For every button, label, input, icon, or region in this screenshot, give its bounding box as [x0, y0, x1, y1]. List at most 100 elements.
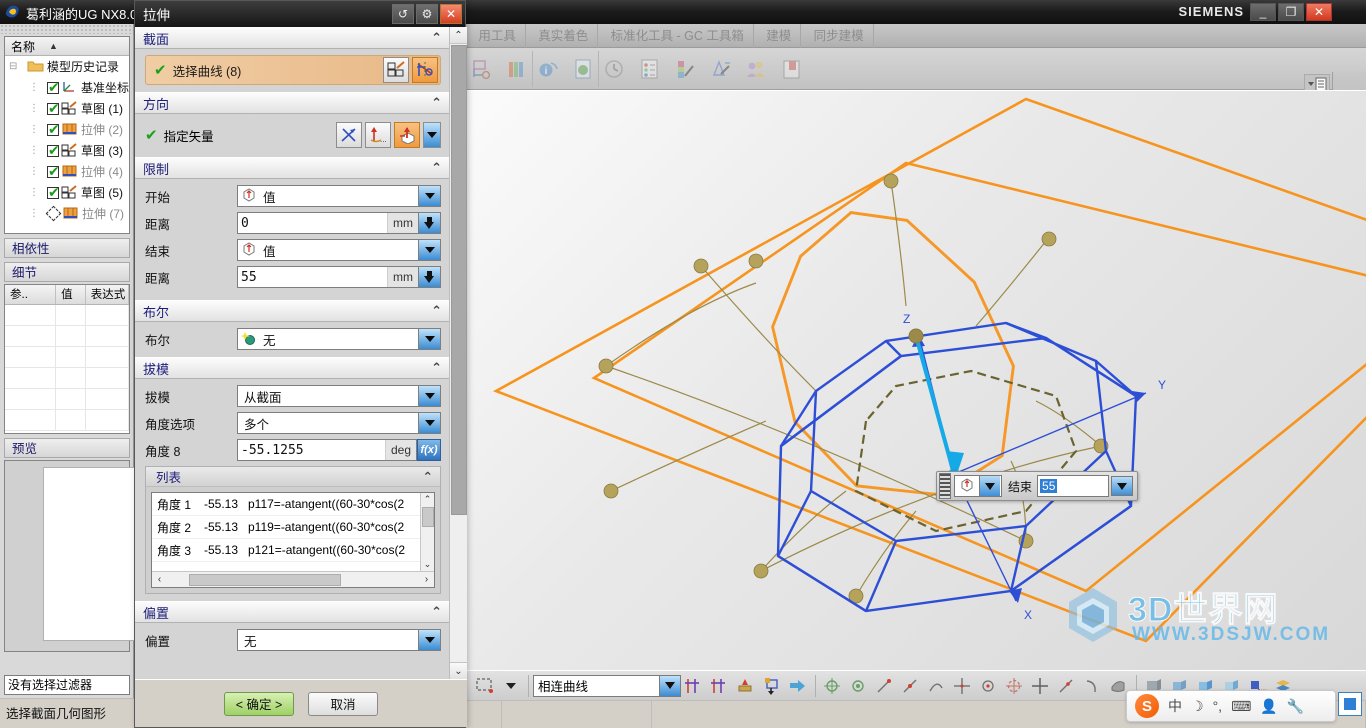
group-header-boolean[interactable]: 布尔 ⌃ [135, 300, 449, 322]
chevron-down-icon[interactable] [418, 630, 440, 650]
ok-button[interactable]: < 确定 > [224, 691, 294, 716]
tree-item-checkbox[interactable] [47, 142, 60, 159]
close-button[interactable]: ✕ [1306, 3, 1332, 21]
limit-end-combo[interactable]: 值 [237, 239, 441, 261]
scroll-up-icon[interactable]: ⌃ [450, 27, 467, 44]
bookmark-icon[interactable] [777, 53, 807, 85]
curve-rule-icon[interactable] [383, 57, 409, 83]
spinner-down-icon[interactable] [1111, 476, 1134, 496]
tree-column-header[interactable]: 名称 ▲ [5, 37, 129, 56]
hscroll-track[interactable] [167, 573, 419, 586]
offset-combo[interactable]: 无 [237, 629, 441, 651]
chevron-down-icon[interactable] [418, 413, 440, 433]
vector-cross-icon[interactable] [336, 122, 362, 148]
control-point-icon[interactable] [1054, 674, 1080, 698]
panel-drag-dots[interactable] [0, 24, 133, 34]
scroll-left-icon[interactable]: ‹ [152, 574, 167, 585]
angle-list-row[interactable]: 角度 2 -55.13 p119=-atangent((60-30*cos(2 [152, 516, 434, 539]
sketch-section-icon[interactable] [412, 57, 438, 83]
ime-settings-icon[interactable]: 🔧 [1287, 698, 1304, 715]
chevron-up-icon[interactable]: ⌃ [431, 95, 442, 111]
settings-button[interactable]: ⚙ [416, 4, 438, 24]
tree-item-checkbox[interactable] [47, 184, 60, 201]
stop-at-intersection-icon[interactable] [681, 674, 707, 698]
in-progress-marker-icon[interactable] [45, 205, 62, 222]
follow-fillet-icon[interactable] [707, 674, 733, 698]
information-icon[interactable]: i [534, 53, 564, 85]
center-point-icon[interactable] [1028, 674, 1054, 698]
quadrant-icon[interactable] [950, 674, 976, 698]
angle-list-row[interactable]: 角度 1 -55.13 p117=-atangent((60-30*cos(2 [152, 493, 434, 516]
ime-punctuation-icon[interactable]: °, [1213, 698, 1223, 714]
ime-mode-chinese[interactable]: 中 [1168, 696, 1182, 716]
group-header-direction[interactable]: 方向 ⌃ [135, 92, 449, 114]
tab-realistic-shading[interactable]: 真实着色 [529, 24, 599, 48]
part-navigator-tree[interactable]: 名称 ▲ ⊟ 模型历史记录 ⋮ 基准坐标 ⋮ [4, 36, 130, 234]
tree-item-3[interactable]: ⋮ 草图 (3) [5, 140, 129, 161]
tree-item-6[interactable]: ⋮ 拉伸 (7) [5, 203, 129, 224]
ime-moon-icon[interactable]: ☽ [1191, 698, 1204, 715]
group-header-draft[interactable]: 拔模 ⌃ [135, 357, 449, 379]
chevron-up-icon[interactable]: ⌃ [431, 604, 442, 620]
tree-item-5[interactable]: ⋮ 草图 (5) [5, 182, 129, 203]
tree-item-checkbox[interactable] [47, 121, 60, 138]
draft-combo[interactable]: 从截面 [237, 385, 441, 407]
section-dependency[interactable]: 相依性 [4, 238, 130, 258]
chevron-down-icon[interactable] [418, 186, 440, 206]
arrow-next-icon[interactable] [785, 674, 811, 698]
angle-list-row[interactable]: 角度 3 -55.13 p121=-atangent((60-30*cos(2 [152, 539, 434, 562]
chevron-down-icon[interactable] [659, 675, 680, 696]
maximize-button[interactable]: ❐ [1278, 3, 1304, 21]
spinner-down-icon[interactable] [418, 213, 440, 233]
snap-point-icon[interactable] [733, 674, 759, 698]
group-header-limits[interactable]: 限制 ⌃ [135, 157, 449, 179]
chevron-up-icon[interactable]: ⌃ [431, 30, 442, 46]
users-icon[interactable] [741, 53, 771, 85]
dialog-vscrollbar[interactable]: ⌃ ⌄ [449, 27, 467, 679]
chevron-down-icon[interactable] [418, 386, 440, 406]
chevron-down-icon[interactable] [423, 122, 441, 148]
library-icon[interactable] [503, 53, 533, 85]
chevron-down-icon[interactable] [979, 476, 1000, 496]
collapse-icon[interactable]: ⊟ [9, 61, 27, 72]
tab-gc-toolbox[interactable]: 标准化工具 - GC 工具箱 [602, 24, 754, 48]
sort-asc-icon[interactable]: ▲ [49, 41, 58, 51]
tree-item-0[interactable]: ⋮ 基准坐标 [5, 77, 129, 98]
detail-table[interactable]: 参.. 值 表达式 [4, 284, 130, 434]
graphics-viewport[interactable]: Y X Z 结束 55 3D世界网 WWW.3DSJW.COM [466, 90, 1366, 670]
drag-grip-icon[interactable] [939, 473, 951, 499]
scroll-down-icon[interactable]: ⌄ [450, 662, 467, 679]
existing-point-icon[interactable] [976, 674, 1002, 698]
history-icon[interactable] [600, 53, 630, 85]
vscroll-thumb[interactable] [422, 507, 434, 527]
chevron-down-icon[interactable] [418, 240, 440, 260]
extrude-dialog[interactable]: 拉伸 ↺ ⚙ ✕ 截面 ⌃ ✔ 选择曲线 (8) 方向 ⌃ ✔ 指定矢量 ...… [134, 0, 467, 728]
selection-rect-icon[interactable] [472, 674, 498, 698]
chevron-up-icon[interactable]: ⌃ [431, 360, 442, 376]
dialog-close-button[interactable]: ✕ [440, 4, 462, 24]
vector-dialog-icon[interactable]: ... [365, 122, 391, 148]
spinner-down-icon[interactable] [418, 267, 440, 287]
tab-common-tools[interactable]: 用工具 [469, 24, 526, 48]
vector-arrow-icon[interactable] [394, 122, 420, 148]
tangent-point-icon[interactable] [1080, 674, 1106, 698]
angle-list-vscrollbar[interactable]: ⌃ ⌄ [420, 493, 434, 571]
onscreen-distance-input[interactable]: 55 [1037, 475, 1110, 497]
tab-synchronous-modeling[interactable]: 同步建模 [805, 24, 874, 48]
chevron-down-icon[interactable] [418, 329, 440, 349]
angle-list-box[interactable]: 角度 1 -55.13 p117=-atangent((60-30*cos(2 … [151, 492, 435, 588]
face-edges-icon[interactable] [759, 674, 785, 698]
reset-button[interactable]: ↺ [392, 4, 414, 24]
chevron-down-icon[interactable] [498, 674, 524, 698]
ime-keyboard-icon[interactable]: ⌨ [1231, 698, 1251, 715]
angle-option-combo[interactable]: 多个 [237, 412, 441, 434]
ime-logo-icon[interactable]: S [1135, 694, 1159, 718]
tree-item-2[interactable]: ⋮ 拉伸 (2) [5, 119, 129, 140]
expression-fx-button[interactable]: f(x) [417, 439, 441, 461]
scroll-up-icon[interactable]: ⌃ [421, 493, 434, 506]
list-icon[interactable] [635, 53, 665, 85]
tree-root-row[interactable]: ⊟ 模型历史记录 [5, 56, 129, 77]
report-icon[interactable] [569, 53, 599, 85]
tree-item-1[interactable]: ⋮ 草图 (1) [5, 98, 129, 119]
tab-modeling[interactable]: 建模 [757, 24, 802, 48]
